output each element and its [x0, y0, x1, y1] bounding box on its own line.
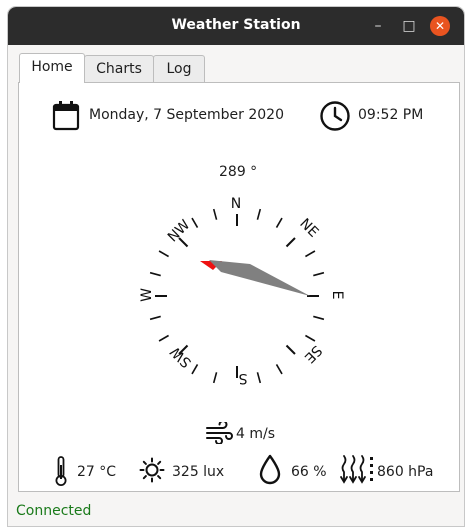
compass-major-tick [285, 344, 296, 355]
maximize-button[interactable]: □ [399, 16, 419, 36]
compass-label-sw: SW [167, 343, 194, 370]
app-window: Weather Station – □ ✕ Home Charts Log Mo… [8, 7, 464, 526]
compass-label-ne: NE [296, 216, 321, 241]
compass-label-se: SE [301, 342, 325, 366]
tab-charts[interactable]: Charts [84, 55, 154, 83]
clock-icon [320, 101, 350, 131]
status-bar-label: Connected [16, 503, 92, 519]
minimize-button[interactable]: – [368, 16, 388, 36]
pressure-value: 860 hPa [377, 464, 434, 480]
drop-icon [259, 454, 281, 485]
compass-tick [191, 217, 199, 228]
compass-tick [256, 372, 262, 384]
compass-needle [200, 260, 310, 296]
compass-tick [275, 364, 283, 375]
compass-tick [313, 315, 325, 321]
compass-label-nw: NW [165, 217, 194, 246]
compass-label-e: E [329, 291, 345, 300]
compass: N E S W NE SE SW NW [139, 196, 345, 386]
compass-tick [149, 315, 161, 321]
pressure-icon [340, 455, 373, 484]
time-label: 09:52 PM [358, 107, 424, 123]
tab-log[interactable]: Log [153, 55, 205, 83]
title-bar[interactable]: Weather Station – □ ✕ [8, 7, 464, 45]
compass-tick [191, 364, 199, 375]
needle-south [209, 260, 310, 296]
compass-tick [158, 250, 169, 258]
compass-tick [313, 271, 325, 277]
compass-label-s: S [238, 370, 247, 386]
calendar-icon [52, 101, 80, 131]
compass-label-w: W [139, 288, 155, 302]
compass-tick [275, 217, 283, 228]
window-title: Weather Station [171, 17, 301, 33]
compass-tick [256, 208, 262, 220]
home-panel: Monday, 7 September 2020 09:52 PM 289 ° … [18, 82, 460, 492]
tab-home[interactable]: Home [19, 53, 85, 83]
sun-icon [139, 457, 165, 483]
temperature-value: 27 °C [77, 464, 117, 480]
compass-tick [212, 208, 218, 220]
thermometer-icon [55, 456, 67, 486]
compass-tick [158, 334, 169, 342]
wind-heading-label: 289 ° [219, 164, 258, 180]
date-label: Monday, 7 September 2020 [89, 107, 284, 123]
close-button[interactable]: ✕ [430, 16, 450, 36]
compass-tick [305, 334, 316, 342]
compass-tick [305, 250, 316, 258]
light-value: 325 lux [172, 464, 225, 480]
wind-icon [206, 422, 233, 444]
compass-major-tick [285, 237, 296, 248]
compass-tick [149, 271, 161, 277]
humidity-value: 66 % [291, 464, 327, 480]
wind-speed-value: 4 m/s [236, 426, 276, 442]
compass-tick [212, 372, 218, 384]
compass-label-n: N [231, 196, 241, 212]
